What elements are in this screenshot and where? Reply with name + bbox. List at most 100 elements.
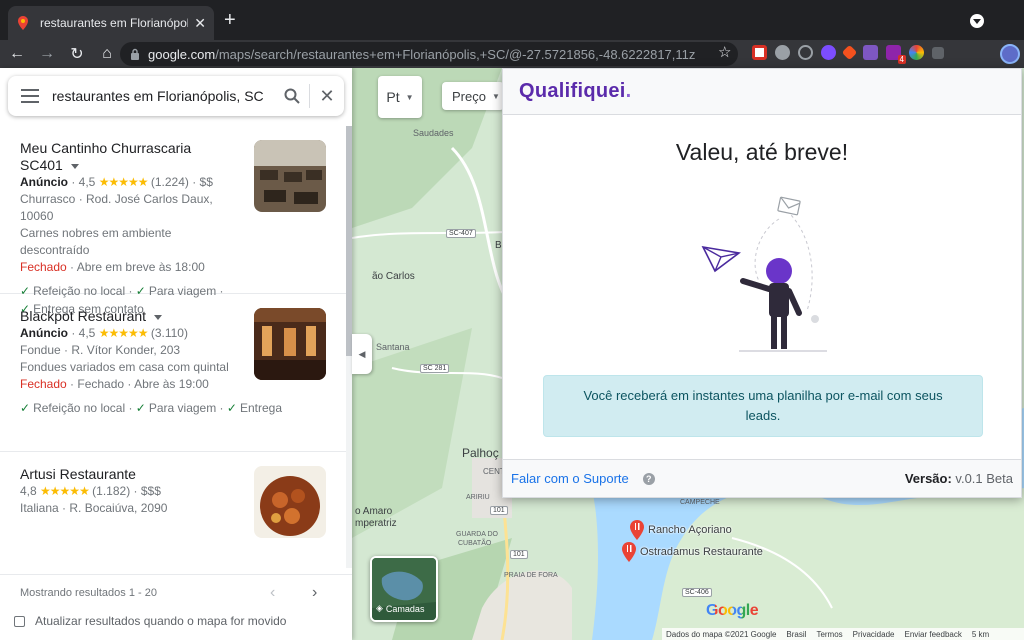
map-feedback-link[interactable]: Enviar feedback [904,630,961,639]
browser-tab[interactable]: restaurantes em Florianópolis, SC ✕ [8,6,214,40]
layers-label: Camadas [385,603,425,614]
map-label-santana: Santana [376,342,410,352]
ad-caret-icon[interactable] [154,314,163,320]
scrollbar-thumb[interactable] [346,126,352,356]
map-attribution-bar: Dados do mapa ©2021 Google Brasil Termos… [662,628,1024,640]
map-label-sao-carlos: ão Carlos [372,271,415,282]
review-count: (3.110) [150,326,188,340]
extension-moon-icon[interactable] [798,45,813,60]
result-address: Italiana · R. Bocaiúva, 2090 [20,501,168,515]
map-region-link[interactable]: Brasil [786,630,806,639]
hamburger-menu-icon[interactable] [8,89,52,103]
rating-value: 4,8 [20,484,37,498]
extensions-bar: 4 [752,44,944,64]
result-name-row: Meu Cantinho Churrascaria SC401 [20,140,220,174]
ad-caret-icon[interactable] [70,163,79,169]
url-host: google.com [148,46,216,62]
check-icon: ✓ [20,401,31,415]
back-arrow-icon[interactable]: ← [4,41,30,67]
popup-footer: Falar com o Suporte ? Versão: v.0.1 Beta [503,459,1021,497]
map-privacy-link[interactable]: Privacidade [853,630,895,639]
collapse-panel-button[interactable]: ◀ [352,334,372,374]
google-logo: Google [706,602,759,620]
map-terms-link[interactable]: Termos [816,630,842,639]
result-photo[interactable] [254,140,326,212]
extension-s-badge-icon[interactable]: 4 [886,45,906,64]
tab-close-icon[interactable]: ✕ [194,15,206,32]
map-label-guarda: GUARDA DO [456,531,499,538]
support-link[interactable]: Falar com o Suporte [511,471,629,486]
url-path: /maps/search/restaurantes+em+Florianópol… [215,46,696,62]
map-road-sc281: SC 281 [420,364,450,373]
map-label-praia-de-fora: PRAIA DE FORA [504,572,558,579]
service-item: Para viagem · [148,401,224,415]
auto-update-checkbox-row[interactable]: Atualizar resultados quando o mapa for m… [14,614,286,628]
auto-update-label: Atualizar resultados quando o mapa for m… [35,614,287,628]
map-pin-rancho-acoriano[interactable]: Rancho Açoriano [630,520,732,540]
home-icon[interactable]: ⌂ [94,41,120,67]
search-input[interactable]: restaurantes em Florianópolis, SC [52,88,275,104]
map-filter-chip-price[interactable]: Preço ▼ [442,82,504,110]
results-range: Mostrando resultados 1 - 20 [20,586,157,599]
result-card[interactable]: Artusi Restaurante 4,8 ★★★★★ (1.182) · $… [0,452,346,552]
result-name[interactable]: Blackpot Restaurant [20,308,146,324]
extension-badge-count: 4 [897,55,906,64]
extension-red-cross-icon[interactable] [752,45,767,60]
result-card[interactable]: Blackpot Restaurant Anúncio · 4,5 ★★★★★ … [0,294,346,452]
map-layers-button[interactable]: ◈ Camadas [370,556,438,622]
result-name[interactable]: Meu Cantinho Churrascaria SC401 [20,140,191,173]
extension-popup: Qualifiquei. Valeu, até breve! Você rece… [502,68,1022,498]
map-filter-chip-label: Preço [452,88,486,104]
map-pin-label: Rancho Açoriano [648,524,732,536]
map-pin-ostradamus[interactable]: Ostradamus Restaurante [622,542,763,562]
map-filter-chip-short[interactable]: Pt ▼ [378,76,422,118]
map-label-imperatriz: mperatriz [355,518,397,529]
check-icon: ✓ [226,401,237,415]
map-road-br101-b: 101 [510,550,528,559]
result-rating-row: Anúncio · 4,5 ★★★★★ (3.110) [20,326,188,340]
browser-tab-strip: restaurantes em Florianópolis, SC ✕ + [0,0,1024,40]
result-name[interactable]: Artusi Restaurante [20,466,220,483]
browser-toolbar: ← → ↻ ⌂ google.com /maps/search/restaura… [0,40,1024,68]
clear-search-icon[interactable]: ✕ [310,86,344,107]
forward-arrow-icon[interactable]: → [34,41,60,67]
address-bar[interactable]: google.com /maps/search/restaurantes+em+… [120,42,738,66]
result-photo[interactable] [254,308,326,380]
tab-title: restaurantes em Florianópolis, SC [40,16,188,30]
maps-search-box: restaurantes em Florianópolis, SC ✕ [8,76,344,116]
rating-value: 4,5 [78,175,96,189]
map-scale-label: 5 km [971,629,990,639]
price-level: · $$$ [133,484,161,498]
result-hours-row: Fechado · Fechado · Abre às 19:00 [20,376,240,393]
success-alert: Você receberá em instantes uma planilha … [543,375,983,437]
new-tab-plus-icon[interactable]: + [224,9,236,32]
map-label-ariri: ARIRIU [466,494,490,501]
service-item: Entrega [239,401,282,415]
reload-icon[interactable]: ↻ [64,41,90,67]
brand-dot: . [625,80,632,102]
review-count: (1.182) [92,484,131,498]
help-circle-icon[interactable]: ? [642,472,655,485]
status-closed: Fechado [20,260,67,274]
result-photo[interactable] [254,466,326,538]
map-label-palhoca: Palhoç [462,446,499,460]
layers-icon: ◈ [376,603,383,613]
extension-cloud-icon[interactable] [775,45,790,60]
extension-orange-arrow-icon[interactable] [841,44,858,61]
auto-update-checkbox[interactable] [14,615,25,627]
extension-x-icon[interactable] [932,46,944,59]
ad-badge: Anúncio [20,326,68,340]
bookmark-star-icon[interactable]: ☆ [718,43,731,61]
result-address: Churrasco · Rod. José Carlos Daux, 10060 [20,192,213,223]
profile-avatar[interactable] [1000,44,1020,64]
map-road-br101-a: 101 [490,506,508,515]
search-icon[interactable] [275,88,309,104]
extension-colorwheel-icon[interactable] [909,45,924,60]
extension-sun-icon[interactable] [821,45,836,60]
previous-page-icon[interactable]: ‹ [270,584,275,602]
extension-s-purple-icon[interactable] [863,45,878,60]
check-icon: ✓ [135,401,146,415]
next-page-icon[interactable]: › [312,584,317,602]
result-card[interactable]: Meu Cantinho Churrascaria SC401 Anúncio … [0,126,346,316]
tab-search-dropdown-icon[interactable] [970,14,984,28]
